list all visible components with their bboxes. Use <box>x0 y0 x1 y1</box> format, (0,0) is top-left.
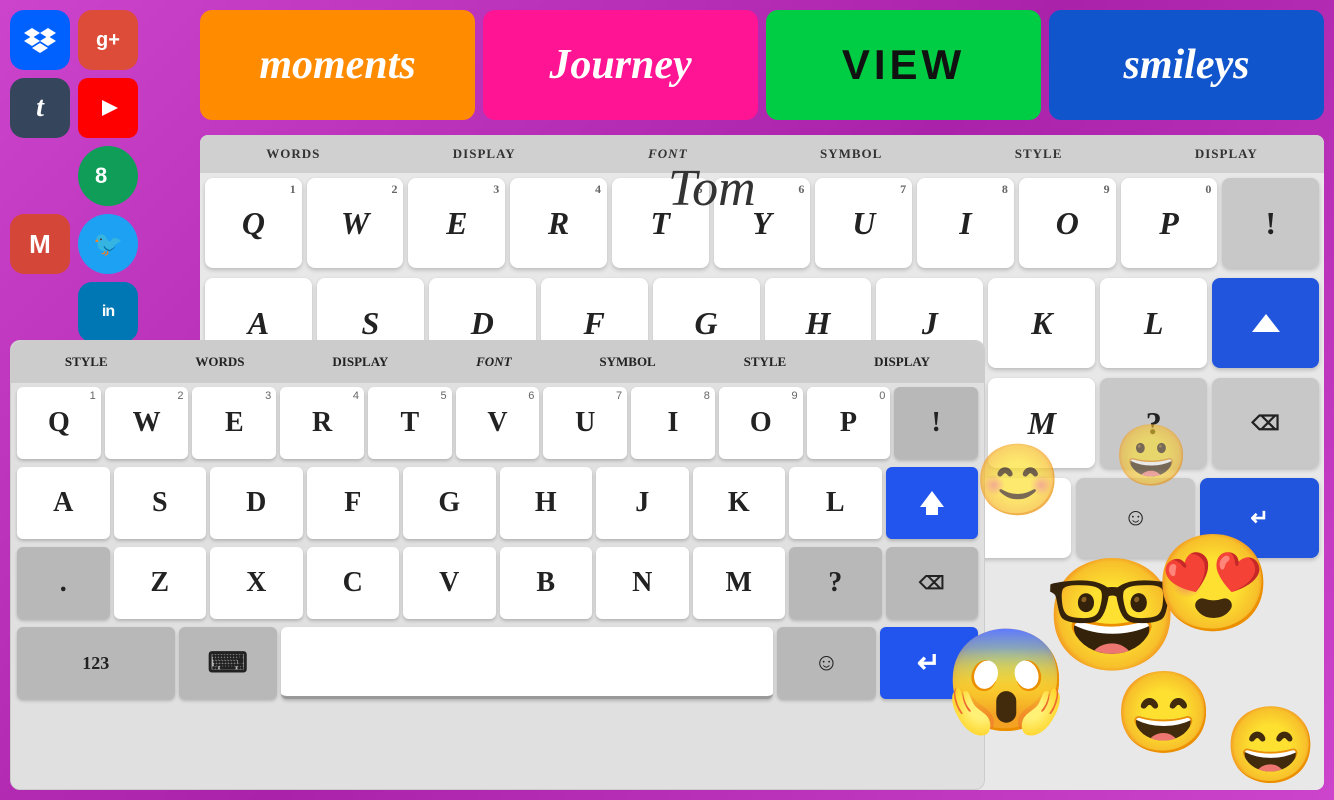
bg-key-p[interactable]: P0 <box>1121 178 1218 268</box>
kbd-menu-row: STYLE WORDS DISPLAY FONT SYMBOL STYLE DI… <box>11 341 984 383</box>
journey-tab[interactable]: Journey <box>483 10 758 120</box>
kbd-menu-symbol[interactable]: SYMBOL <box>599 354 655 370</box>
twitter-icon[interactable]: 🐦 <box>78 214 138 274</box>
kbd-row1: Q1 W2 E3 R4 T5 V6 U7 I8 O9 P0 ! <box>11 383 984 463</box>
kbd-key-o[interactable]: O9 <box>719 387 803 459</box>
bg-menu-display[interactable]: DISPLAY <box>453 146 516 162</box>
kbd-key-b[interactable]: B <box>500 547 593 619</box>
youtube-icon[interactable] <box>78 78 138 138</box>
kbd-key-c[interactable]: C <box>307 547 400 619</box>
kbd-row3: . Z X C V B N M ? ⌫ <box>11 543 984 623</box>
kbd-123-key[interactable]: 123 <box>17 627 175 699</box>
keyboard-overlay: STYLE WORDS DISPLAY FONT SYMBOL STYLE DI… <box>10 340 985 790</box>
kbd-key-i[interactable]: I8 <box>631 387 715 459</box>
bg-key-r[interactable]: R4 <box>510 178 607 268</box>
moments-tab[interactable]: moments <box>200 10 475 120</box>
svg-text:8: 8 <box>95 163 107 188</box>
kbd-key-question[interactable]: ? <box>789 547 882 619</box>
kbd-key-z[interactable]: Z <box>114 547 207 619</box>
emoji-cluster: 😱 🤓 😍 😄 😄 😊 😀 <box>914 420 1334 800</box>
kbd-key-k[interactable]: K <box>693 467 786 539</box>
dropbox-icon[interactable] <box>10 10 70 70</box>
emoji-small1: 😊 <box>974 440 1061 522</box>
kbd-key-e[interactable]: E3 <box>192 387 276 459</box>
kbd-key-g[interactable]: G <box>403 467 496 539</box>
bg-key-u[interactable]: U7 <box>815 178 912 268</box>
kbd-menu-display2[interactable]: DISPLAY <box>874 354 930 370</box>
kbd-key-d[interactable]: D <box>210 467 303 539</box>
emoji-hearts: 😍 <box>1154 529 1272 640</box>
kbd-menu-display[interactable]: DISPLAY <box>332 354 388 370</box>
kbd-key-a[interactable]: A <box>17 467 110 539</box>
kbd-key-l[interactable]: L <box>789 467 882 539</box>
bg-shift-key[interactable] <box>1212 278 1319 368</box>
kbd-menu-words[interactable]: WORDS <box>195 354 244 370</box>
kbd-menu-font[interactable]: FONT <box>476 354 511 370</box>
kbd-menu-style2[interactable]: STYLE <box>744 354 787 370</box>
kbd-key-j[interactable]: J <box>596 467 689 539</box>
emoji-small2: 😀 <box>1114 420 1189 491</box>
kbd-row2: A S D F G H J K L <box>11 463 984 543</box>
emoji-happy2: 😄 <box>1224 702 1317 790</box>
bg-menu-row: WORDS DISPLAY FONT SYMBOL STYLE DISPLAY <box>200 135 1324 173</box>
kbd-key-x[interactable]: X <box>210 547 303 619</box>
social-icons-panel: g+ t 8 M 🐦 in <box>10 10 138 342</box>
bg-key-i[interactable]: I8 <box>917 178 1014 268</box>
bg-row1: Q1 W2 E3 R4 T5 Y6 U7 I8 O9 P0 ! <box>205 178 1319 268</box>
kbd-menu-style[interactable]: STYLE <box>65 354 108 370</box>
bg-menu-display2[interactable]: DISPLAY <box>1195 146 1258 162</box>
kbd-key-n[interactable]: N <box>596 547 689 619</box>
bg-key-e[interactable]: E3 <box>408 178 505 268</box>
kbd-key-s[interactable]: S <box>114 467 207 539</box>
kbd-key-dot[interactable]: . <box>17 547 110 619</box>
bg-key-q[interactable]: Q1 <box>205 178 302 268</box>
bg-key-w[interactable]: W2 <box>307 178 404 268</box>
tumblr-icon[interactable]: t <box>10 78 70 138</box>
kbd-key-v2[interactable]: V <box>403 547 496 619</box>
kbd-key-v[interactable]: V6 <box>456 387 540 459</box>
google-plus-icon[interactable]: g+ <box>78 10 138 70</box>
bg-menu-words[interactable]: WORDS <box>266 146 320 162</box>
kbd-key-q[interactable]: Q1 <box>17 387 101 459</box>
bg-key-exclaim[interactable]: ! <box>1222 178 1319 268</box>
view-tab[interactable]: VIEW <box>766 10 1041 120</box>
emoji-happy1: 😄 <box>1114 666 1214 760</box>
kbd-space-key[interactable] <box>281 627 773 699</box>
kbd-row4: 123 ⌨ ☺ ↵ <box>11 623 984 703</box>
kbd-key-h[interactable]: H <box>500 467 593 539</box>
kbd-key-p[interactable]: P0 <box>807 387 891 459</box>
kbd-key-u[interactable]: U7 <box>543 387 627 459</box>
top-nav: moments Journey VIEW smileys <box>200 10 1324 120</box>
kbd-key-w[interactable]: W2 <box>105 387 189 459</box>
kbd-key-m[interactable]: M <box>693 547 786 619</box>
kbd-emoji-key[interactable]: ☺ <box>777 627 875 699</box>
bg-key-l[interactable]: L <box>1100 278 1207 368</box>
tom-text: Tom <box>668 159 756 218</box>
linkedin-icon[interactable]: in <box>78 282 138 342</box>
smileys-tab[interactable]: smileys <box>1049 10 1324 120</box>
bg-key-o[interactable]: O9 <box>1019 178 1116 268</box>
bg-menu-style[interactable]: STYLE <box>1015 146 1063 162</box>
bg-menu-symbol[interactable]: SYMBOL <box>820 146 882 162</box>
bg-key-k[interactable]: K <box>988 278 1095 368</box>
kbd-key-r[interactable]: R4 <box>280 387 364 459</box>
kbd-key-f[interactable]: F <box>307 467 400 539</box>
googleplay-icon[interactable]: 8 <box>78 146 138 206</box>
kbd-key-t[interactable]: T5 <box>368 387 452 459</box>
kbd-keyboard-icon[interactable]: ⌨ <box>179 627 277 699</box>
gmail-icon[interactable]: M <box>10 214 70 274</box>
